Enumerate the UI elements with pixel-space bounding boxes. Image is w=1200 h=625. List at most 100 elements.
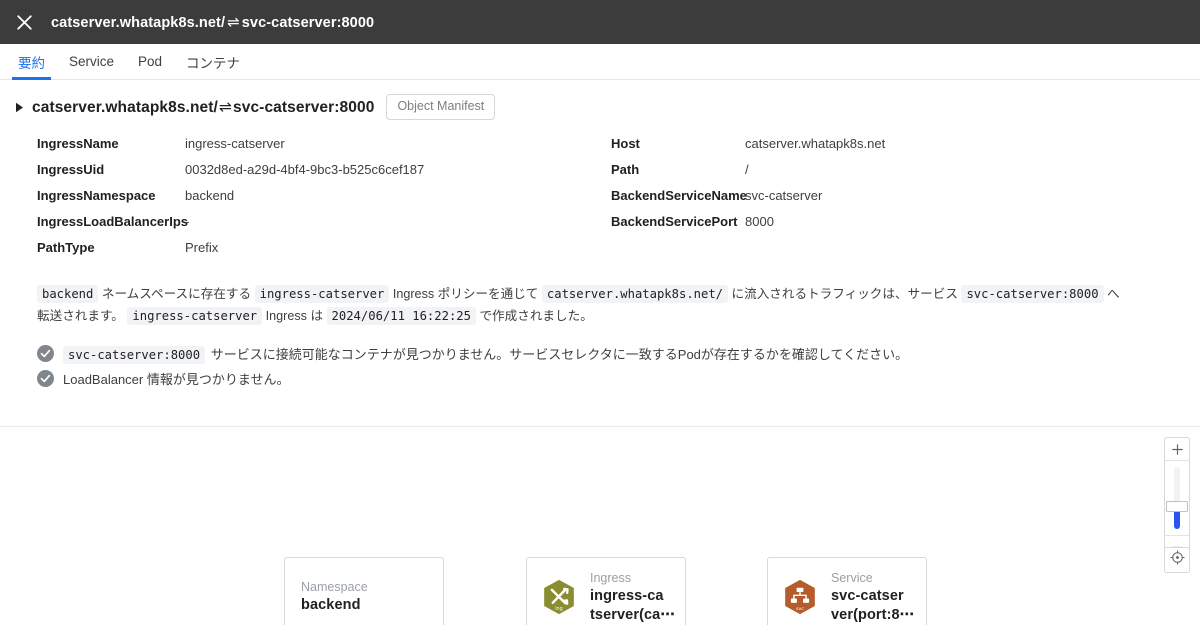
window-title-right: svc-catserver:8000 [241, 15, 375, 31]
node-name-label: svc-catser ver(port:8⋯ [831, 587, 915, 623]
window-title-left: catserver.whatapk8s.net/ [51, 15, 226, 31]
desc-text-3: に流入されるトラフィックは、サービス [728, 287, 962, 301]
object-manifest-button[interactable]: Object Manifest [386, 94, 496, 120]
detail-title-right: svc-catserver:8000 [233, 98, 375, 116]
detail-panel: catserver.whatapk8s.net/⇌svc-catserver:8… [0, 80, 1200, 427]
field-value: backend [185, 188, 235, 203]
svg-text:svc: svc [796, 607, 804, 612]
detail-fields-left-column: IngressName ingress-catserver IngressUid… [0, 136, 600, 266]
detail-fields: IngressName ingress-catserver IngressUid… [0, 120, 1200, 266]
tab-container[interactable]: コンテナ [174, 44, 252, 79]
field-key: BackendServicePort [611, 214, 738, 229]
field-value: - [185, 214, 190, 229]
status-row-loadbalancer: LoadBalancer 情報が見つかりません。 [37, 366, 1200, 391]
expand-triangle-icon[interactable] [11, 99, 27, 115]
field-ingress-uid: IngressUid 0032d8ed-a29d-4bf4-9bc3-b525c… [37, 162, 600, 188]
tab-summary[interactable]: 要約 [6, 44, 57, 80]
node-kind-label: Namespace [301, 580, 368, 594]
zoom-slider[interactable] [1164, 461, 1190, 535]
tab-summary-label: 要約 [18, 55, 45, 71]
desc-chip-namespace: backend [37, 285, 99, 303]
desc-chip-created-time: 2024/06/11 16:22:25 [326, 307, 476, 325]
recenter-button[interactable] [1164, 547, 1190, 573]
field-key: Path [611, 162, 640, 177]
desc-text-2: Ingress ポリシーを通じて [389, 287, 542, 301]
status-text: LoadBalancer 情報が見つかりません。 [63, 369, 289, 388]
recenter-icon [1169, 550, 1185, 570]
check-circle-icon [37, 345, 54, 362]
field-key: Host [611, 136, 640, 151]
graph-node-namespace[interactable]: Namespace backend [284, 557, 444, 625]
detail-swap-icon: ⇌ [218, 98, 233, 116]
field-value: catserver.whatapk8s.net [745, 136, 886, 151]
ingress-description: backend ネームスペースに存在する ingress-catserver I… [37, 283, 1127, 327]
status-text: svc-catserver:8000 サービスに接続可能なコンテナが見つかりませ… [63, 344, 909, 364]
tab-pod-label: Pod [138, 54, 163, 69]
field-path: Path / [611, 162, 1200, 188]
status-chip-service: svc-catserver:8000 [63, 346, 206, 364]
window-title: catserver.whatapk8s.net/⇌ svc-catserver:8… [51, 13, 374, 31]
detail-title: catserver.whatapk8s.net/⇌svc-catserver:8… [32, 98, 374, 117]
field-key: IngressUid [37, 162, 105, 177]
field-key: PathType [37, 240, 95, 255]
status-messages: svc-catserver:8000 サービスに接続可能なコンテナが見つかりませ… [37, 341, 1200, 391]
field-ingress-namespace: IngressNamespace backend [37, 188, 600, 214]
service-hexagon-icon: svc [781, 578, 819, 616]
zoom-in-button[interactable] [1164, 438, 1190, 460]
tab-container-label: コンテナ [186, 55, 241, 71]
tab-service[interactable]: Service [57, 44, 126, 79]
tab-service-label: Service [69, 54, 115, 69]
close-icon[interactable] [10, 8, 38, 36]
field-value: 0032d8ed-a29d-4bf4-9bc3-b525c6cef187 [185, 162, 425, 177]
detail-fields-right-column: Host catserver.whatapk8s.net Path / Back… [600, 136, 1200, 266]
slider-track [1174, 467, 1180, 529]
tab-pod[interactable]: Pod [126, 44, 174, 79]
field-backend-service-port: BackendServicePort 8000 [611, 214, 1200, 240]
window-titlebar: catserver.whatapk8s.net/⇌ svc-catserver:8… [0, 0, 1200, 44]
field-ingress-loadbalancer-ips: IngressLoadBalancerIps - [37, 214, 600, 240]
status-row-service-endpoints: svc-catserver:8000 サービスに接続可能なコンテナが見つかりませ… [37, 341, 1200, 366]
desc-text-5: Ingress は [262, 309, 327, 323]
node-name-label: ingress-ca tserver(ca⋯ [590, 587, 675, 623]
node-kind-label: Ingress [590, 570, 631, 585]
check-circle-icon [37, 370, 54, 387]
desc-chip-host-path: catserver.whatapk8s.net/ [541, 285, 729, 303]
desc-text-6: で作成されました。 [475, 309, 593, 323]
desc-chip-service: svc-catserver:8000 [961, 285, 1104, 303]
desc-chip-ingress-name-2: ingress-catserver [127, 307, 263, 325]
tab-bar: 要約 Service Pod コンテナ [0, 44, 1200, 80]
node-name-label: backend [301, 597, 361, 613]
field-key: IngressLoadBalancerIps [37, 214, 188, 229]
svg-text:ing: ing [555, 606, 563, 612]
field-value: 8000 [745, 214, 774, 229]
field-path-type: PathType Prefix [37, 240, 600, 266]
desc-text-1: ネームスペースに存在する [98, 287, 255, 301]
field-value: svc-catserver [745, 188, 823, 203]
field-value: Prefix [185, 240, 219, 255]
node-text: Service svc-catser ver(port:8⋯ [831, 570, 918, 625]
topology-canvas[interactable]: Namespace backend ing Ingress ingress-ca… [0, 427, 1200, 625]
detail-header: catserver.whatapk8s.net/⇌svc-catserver:8… [0, 94, 1200, 120]
field-backend-service-name: BackendServiceName svc-catserver [611, 188, 1200, 214]
ingress-hexagon-icon: ing [540, 578, 578, 616]
status-message: LoadBalancer 情報が見つかりません。 [63, 372, 290, 387]
detail-title-left: catserver.whatapk8s.net/ [32, 98, 218, 116]
desc-chip-ingress-name: ingress-catserver [254, 285, 390, 303]
slider-handle[interactable] [1166, 501, 1188, 512]
graph-node-service[interactable]: svc Service svc-catser ver(port:8⋯ [767, 557, 927, 625]
field-key: BackendServiceName [611, 188, 747, 203]
node-kind-label: Service [831, 570, 873, 585]
ingress-detail-window: catserver.whatapk8s.net/⇌ svc-catserver:8… [0, 0, 1200, 625]
field-key: IngressNamespace [37, 188, 156, 203]
swap-icon: ⇌ [227, 14, 240, 31]
node-text: Ingress ingress-ca tserver(ca⋯ [590, 570, 677, 625]
graph-node-ingress[interactable]: ing Ingress ingress-ca tserver(ca⋯ [526, 557, 686, 625]
node-text: Namespace backend [301, 579, 368, 615]
field-key: IngressName [37, 136, 119, 151]
field-ingress-name: IngressName ingress-catserver [37, 136, 600, 162]
field-value: ingress-catserver [185, 136, 285, 151]
zoom-control [1164, 437, 1190, 559]
field-value: / [745, 162, 749, 177]
status-message: サービスに接続可能なコンテナが見つかりません。サービスセレクタに一致するPodが… [207, 347, 909, 362]
field-host: Host catserver.whatapk8s.net [611, 136, 1200, 162]
